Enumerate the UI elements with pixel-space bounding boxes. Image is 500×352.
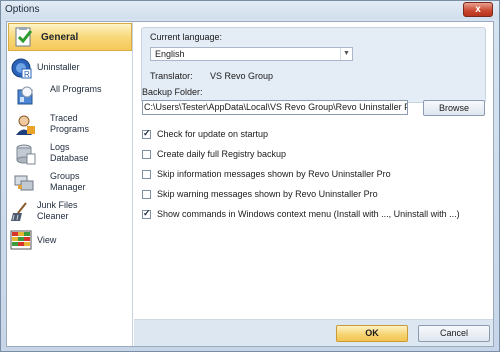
- junk-cleaner-broom-icon: [11, 202, 27, 221]
- sidebar-item-traced-programs[interactable]: Traced Programs: [7, 111, 133, 139]
- logs-database-icon: [16, 144, 36, 165]
- option-label: Show commands in Windows context menu (I…: [157, 209, 460, 219]
- svg-text:R: R: [24, 70, 30, 79]
- language-label: Current language:: [150, 32, 223, 42]
- translator-value: VS Revo Group: [210, 71, 274, 81]
- sidebar-item-view[interactable]: View: [7, 227, 133, 253]
- window-title: Options: [5, 4, 40, 15]
- backup-folder-label: Backup Folder:: [142, 87, 203, 97]
- sidebar-item-uninstaller[interactable]: R Uninstaller: [7, 56, 133, 82]
- option-label: Skip warning messages shown by Revo Unin…: [157, 189, 378, 199]
- options-window: Options x General R Uninstaller All Prog…: [0, 0, 500, 352]
- sidebar-item-label: Traced Programs: [50, 113, 90, 134]
- groups-manager-icon: [14, 175, 34, 191]
- sidebar-item-all-programs[interactable]: All Programs: [7, 82, 133, 110]
- sidebar-item-label: Uninstaller: [37, 62, 80, 72]
- sidebar-item-label: All Programs: [50, 84, 102, 94]
- sidebar-item-general[interactable]: General: [8, 23, 132, 51]
- sidebar-item-label: View: [37, 235, 57, 245]
- chevron-down-icon[interactable]: ▼: [340, 48, 352, 60]
- title-bar[interactable]: Options x: [1, 1, 499, 19]
- language-select-value: English: [155, 49, 185, 59]
- general-settings-panel: Current language: English ▼ Translator: …: [134, 22, 493, 346]
- cancel-button[interactable]: Cancel: [418, 325, 490, 342]
- close-button[interactable]: x: [463, 2, 493, 17]
- traced-programs-user-icon: [16, 115, 35, 135]
- option-label: Skip information messages shown by Revo …: [157, 169, 391, 179]
- browse-button[interactable]: Browse: [423, 100, 485, 116]
- checkbox[interactable]: [142, 170, 151, 179]
- all-programs-icon: [17, 86, 33, 105]
- option-label: Check for update on startup: [157, 129, 269, 139]
- checkmark-icon: ✓: [143, 208, 151, 218]
- sidebar-item-label: Logs Database: [50, 142, 89, 163]
- sidebar-item-groups-manager[interactable]: Groups Manager: [7, 169, 133, 197]
- dialog-body: General R Uninstaller All Programs Trace…: [6, 21, 494, 347]
- checkbox[interactable]: ✓: [142, 128, 151, 139]
- sidebar-item-label: Groups Manager: [50, 171, 86, 192]
- uninstaller-disc-icon: R: [11, 58, 32, 79]
- language-select[interactable]: English ▼: [150, 47, 353, 61]
- view-grid-icon: [10, 230, 32, 250]
- sidebar-item-label: Junk Files Cleaner: [37, 200, 78, 221]
- general-check-icon: [15, 27, 33, 47]
- translator-label: Translator:: [150, 71, 193, 81]
- checkbox[interactable]: [142, 150, 151, 159]
- checkbox[interactable]: [142, 190, 151, 199]
- option-label: Create daily full Registry backup: [157, 149, 287, 159]
- sidebar-item-label: General: [41, 32, 79, 43]
- backup-folder-input[interactable]: C:\Users\Tester\AppData\Local\VS Revo Gr…: [142, 100, 408, 115]
- sidebar-item-logs-database[interactable]: Logs Database: [7, 140, 133, 168]
- ok-button[interactable]: OK: [336, 325, 408, 342]
- options-sidebar: General R Uninstaller All Programs Trace…: [7, 22, 133, 346]
- checkmark-icon: ✓: [143, 128, 151, 138]
- sidebar-item-junk-files-cleaner[interactable]: Junk Files Cleaner: [7, 198, 133, 226]
- checkbox[interactable]: ✓: [142, 208, 151, 219]
